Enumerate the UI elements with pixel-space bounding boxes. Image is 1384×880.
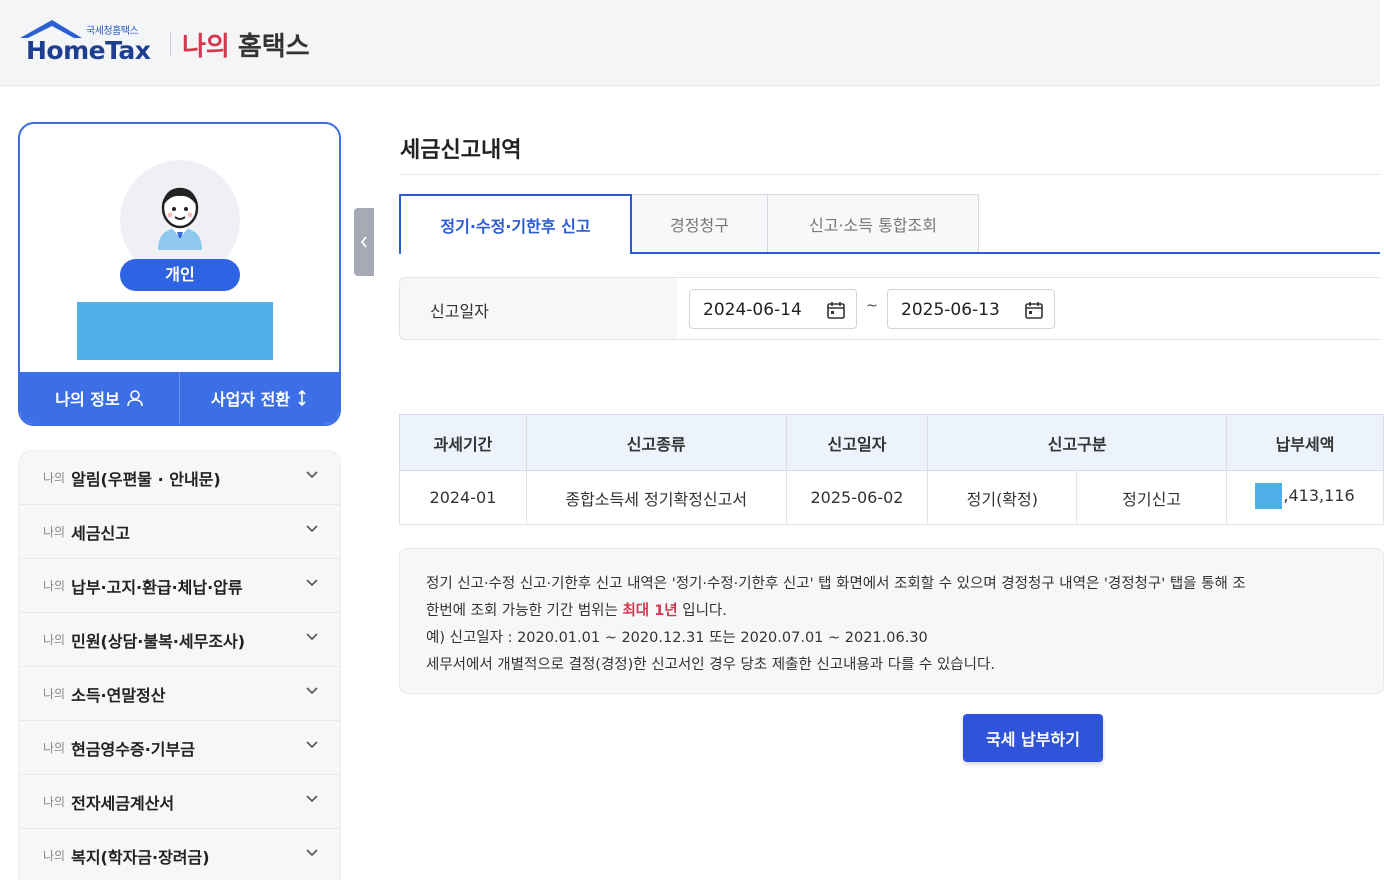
- notice-line-1: 정기 신고·수정 신고·기한후 신고 내역은 '정기·수정·기한후 신고' 탭 …: [426, 576, 1246, 592]
- hometax-logo[interactable]: 국세청홈택스 HomeTax: [16, 18, 158, 66]
- table-row[interactable]: 2024-01 종합소득세 정기확정신고서 2025-06-02 정기(확정) …: [399, 470, 1384, 525]
- my-label: 나의: [182, 32, 230, 62]
- title-divider: [400, 174, 1380, 175]
- sidebar-item-welfare[interactable]: 나의 복지(학자금·장려금): [19, 829, 340, 880]
- header-filing-category: 신고구분: [927, 414, 1228, 471]
- amount-value: ,413,116: [1283, 486, 1355, 505]
- calendar-icon[interactable]: [826, 300, 846, 320]
- start-date-value: 2024-06-14: [703, 300, 802, 320]
- notice-line-2-start: 한번에 조회 가능한 기간 범위는: [426, 603, 618, 619]
- notice-line-4: 세무서에서 개별적으로 결정(경정)한 신고서인 경우 당초 제출한 신고내용과…: [426, 657, 995, 673]
- chevron-left-icon: [360, 236, 367, 248]
- person-avatar-icon: [158, 187, 202, 250]
- header-tax-period: 과세기간: [399, 414, 527, 471]
- sidebar-item-civil-affairs[interactable]: 나의 민원(상담·불복·세무조사): [19, 613, 340, 667]
- end-date-value: 2025-06-13: [901, 300, 1000, 320]
- menu-prefix: 나의: [43, 849, 66, 863]
- switch-business-button[interactable]: 사업자 전환: [180, 372, 339, 424]
- chevron-down-icon: [306, 741, 318, 749]
- menu-prefix: 나의: [43, 741, 66, 755]
- table-header-row: 과세기간 신고종류 신고일자 신고구분 납부세액: [399, 414, 1384, 471]
- notice-line-2: 한번에 조회 가능한 기간 범위는 최대 1년 입니다.: [426, 598, 1383, 625]
- notice-line-2-end: 입니다.: [682, 603, 727, 619]
- swap-arrows-icon: [298, 389, 306, 407]
- redacted-user-name: [77, 302, 273, 360]
- start-date-input[interactable]: 2024-06-14: [689, 289, 857, 329]
- cell-filing-date: 2025-06-02: [785, 470, 929, 525]
- my-info-label: 나의 정보: [55, 390, 120, 409]
- sidebar-item-income[interactable]: 나의 소득·연말정산: [19, 667, 340, 721]
- menu-prefix: 나의: [43, 579, 66, 593]
- tab-bar: 정기·수정·기한후 신고 경정청구 신고·소득 통합조회: [399, 194, 979, 254]
- chevron-down-icon: [306, 525, 318, 533]
- chevron-down-icon: [306, 471, 318, 479]
- date-separator: ~: [866, 298, 878, 314]
- header-filing-type: 신고종류: [525, 414, 787, 471]
- logo-text: HomeTax: [26, 36, 151, 65]
- chevron-down-icon: [306, 849, 318, 857]
- sidebar-item-e-tax-invoice[interactable]: 나의 전자세금계산서: [19, 775, 340, 829]
- sidebar-item-payment[interactable]: 나의 납부·고지·환급·체납·압류: [19, 559, 340, 613]
- hometax-label: 홈택스: [237, 32, 310, 62]
- chevron-down-icon: [306, 633, 318, 641]
- menu-label: 알림(우편물 · 안내문): [71, 469, 221, 489]
- cell-category-type: 정기신고: [1076, 470, 1228, 525]
- cell-category-regular: 정기(확정): [927, 470, 1078, 525]
- filter-label: 신고일자: [430, 302, 489, 321]
- notice-box: 정기 신고·수정 신고·기한후 신고 내역은 '정기·수정·기한후 신고' 탭 …: [399, 548, 1384, 694]
- calendar-icon[interactable]: [1024, 300, 1044, 320]
- user-type-badge: 개인: [120, 259, 240, 291]
- cell-tax-period: 2024-01: [399, 470, 527, 525]
- sidebar-collapse-handle[interactable]: [354, 208, 374, 276]
- chevron-down-icon: [306, 579, 318, 587]
- user-icon: [126, 390, 143, 407]
- sidebar-item-cash-receipt[interactable]: 나의 현금영수증·기부금: [19, 721, 340, 775]
- header-tax-amount: 납부세액: [1226, 414, 1384, 471]
- redacted-amount-digit: [1255, 482, 1283, 509]
- menu-label: 복지(학자금·장려금): [71, 847, 210, 867]
- menu-prefix: 나의: [43, 633, 66, 647]
- menu-label: 전자세금계산서: [71, 793, 175, 813]
- menu-label: 세금신고: [71, 523, 130, 543]
- tab-baseline: [632, 252, 1380, 254]
- menu-prefix: 나의: [43, 795, 66, 809]
- filing-history-table: 과세기간 신고종류 신고일자 신고구분 납부세액 2024-01 종합소득세 정…: [399, 414, 1384, 525]
- logo-subtitle: 국세청홈택스: [86, 26, 139, 37]
- my-hometax-title[interactable]: 나의 홈택스: [182, 26, 310, 63]
- chevron-down-icon: [306, 687, 318, 695]
- menu-label: 민원(상담·불복·세무조사): [71, 631, 246, 651]
- notice-highlight: 최대 1년: [622, 603, 678, 619]
- sidebar-item-notifications[interactable]: 나의 알림(우편물 · 안내문): [19, 451, 340, 505]
- cell-tax-amount: ,413,116: [1226, 470, 1384, 525]
- notice-line-3: 예) 신고일자 : 2020.01.01 ~ 2020.12.31 또는 202…: [426, 630, 928, 646]
- date-filter: 신고일자 2024-06-14 ~ 2025-06-13: [399, 277, 1384, 340]
- menu-prefix: 나의: [43, 687, 66, 701]
- menu-label: 소득·연말정산: [71, 685, 166, 705]
- end-date-input[interactable]: 2025-06-13: [887, 289, 1055, 329]
- side-menu: 나의 알림(우편물 · 안내문) 나의 세금신고 나의 납부·고지·환급·체납·…: [18, 450, 341, 880]
- tab-integrated-inquiry[interactable]: 신고·소득 통합조회: [768, 194, 979, 254]
- profile-card: 개인 나의 정보 사업자 전환: [18, 122, 341, 426]
- my-info-button[interactable]: 나의 정보: [20, 372, 179, 424]
- header-divider: [170, 32, 171, 56]
- pay-national-tax-button[interactable]: 국세 납부하기: [963, 714, 1103, 762]
- tab-regular-filing[interactable]: 정기·수정·기한후 신고: [399, 194, 632, 254]
- cell-filing-type[interactable]: 종합소득세 정기확정신고서: [525, 470, 787, 525]
- menu-prefix: 나의: [43, 471, 66, 485]
- sidebar-item-tax-filing[interactable]: 나의 세금신고: [19, 505, 340, 559]
- profile-actions: 나의 정보 사업자 전환: [20, 372, 339, 424]
- header-filing-date: 신고일자: [785, 414, 929, 471]
- menu-label: 납부·고지·환급·체납·압류: [71, 577, 243, 597]
- menu-label: 현금영수증·기부금: [71, 739, 195, 759]
- menu-prefix: 나의: [43, 525, 66, 539]
- top-header: 국세청홈택스 HomeTax 나의 홈택스: [0, 0, 1380, 86]
- switch-business-label: 사업자 전환: [210, 390, 291, 409]
- tab-correction-claim[interactable]: 경정청구: [632, 194, 768, 254]
- chevron-down-icon: [306, 795, 318, 803]
- page-title: 세금신고내역: [400, 138, 522, 163]
